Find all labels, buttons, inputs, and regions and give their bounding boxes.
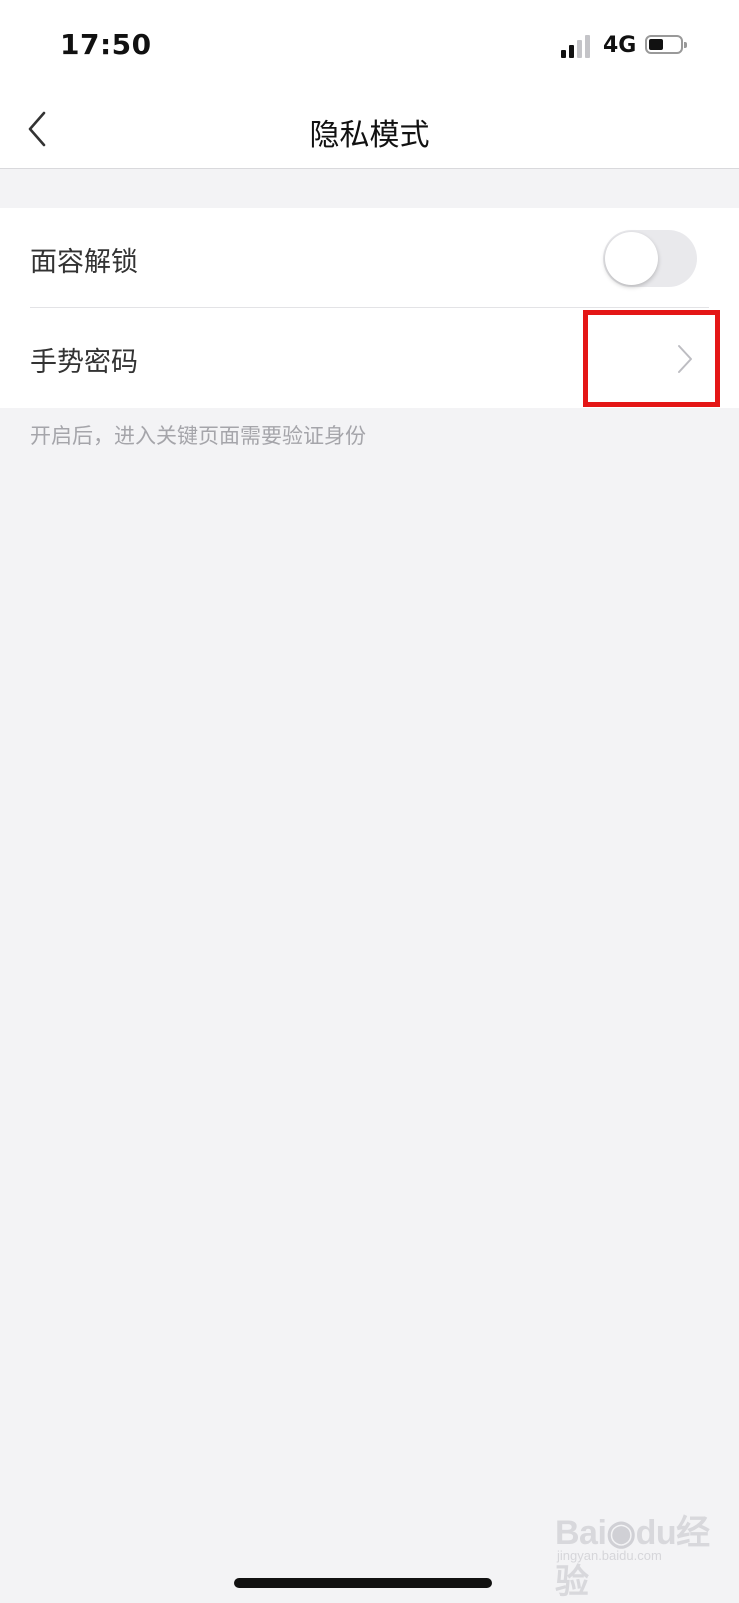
back-button[interactable] xyxy=(22,104,62,154)
face-unlock-toggle[interactable] xyxy=(603,230,697,287)
highlight-annotation xyxy=(583,310,720,407)
watermark-text-bai: Bai xyxy=(555,1514,607,1552)
chevron-left-icon xyxy=(28,111,46,147)
page-title: 隐私模式 xyxy=(309,118,430,153)
paw-icon: ◉ xyxy=(606,1514,636,1552)
gesture-password-label: 手势密码 xyxy=(30,347,138,378)
battery-fill xyxy=(649,39,663,50)
signal-bar xyxy=(577,40,582,58)
face-unlock-row: 面容解锁 xyxy=(0,208,739,308)
signal-strength-icon xyxy=(561,34,593,58)
watermark-text-du: du xyxy=(635,1514,677,1552)
toggle-knob xyxy=(605,232,658,285)
hint-text: 开启后，进入关键页面需要验证身份 xyxy=(30,424,366,448)
network-type: 4G xyxy=(603,33,637,58)
face-unlock-label: 面容解锁 xyxy=(30,247,138,278)
nav-bar: 隐私模式 xyxy=(0,90,739,169)
signal-bar xyxy=(585,35,590,58)
signal-bar xyxy=(561,50,566,58)
status-bar: 17:50 4G xyxy=(0,0,739,90)
watermark-domain: jingyan.baidu.com xyxy=(557,1548,662,1563)
status-time: 17:50 xyxy=(60,28,152,61)
signal-bar xyxy=(569,45,574,58)
battery-icon xyxy=(645,35,687,54)
home-indicator[interactable] xyxy=(234,1578,492,1588)
battery-nub xyxy=(684,42,687,48)
